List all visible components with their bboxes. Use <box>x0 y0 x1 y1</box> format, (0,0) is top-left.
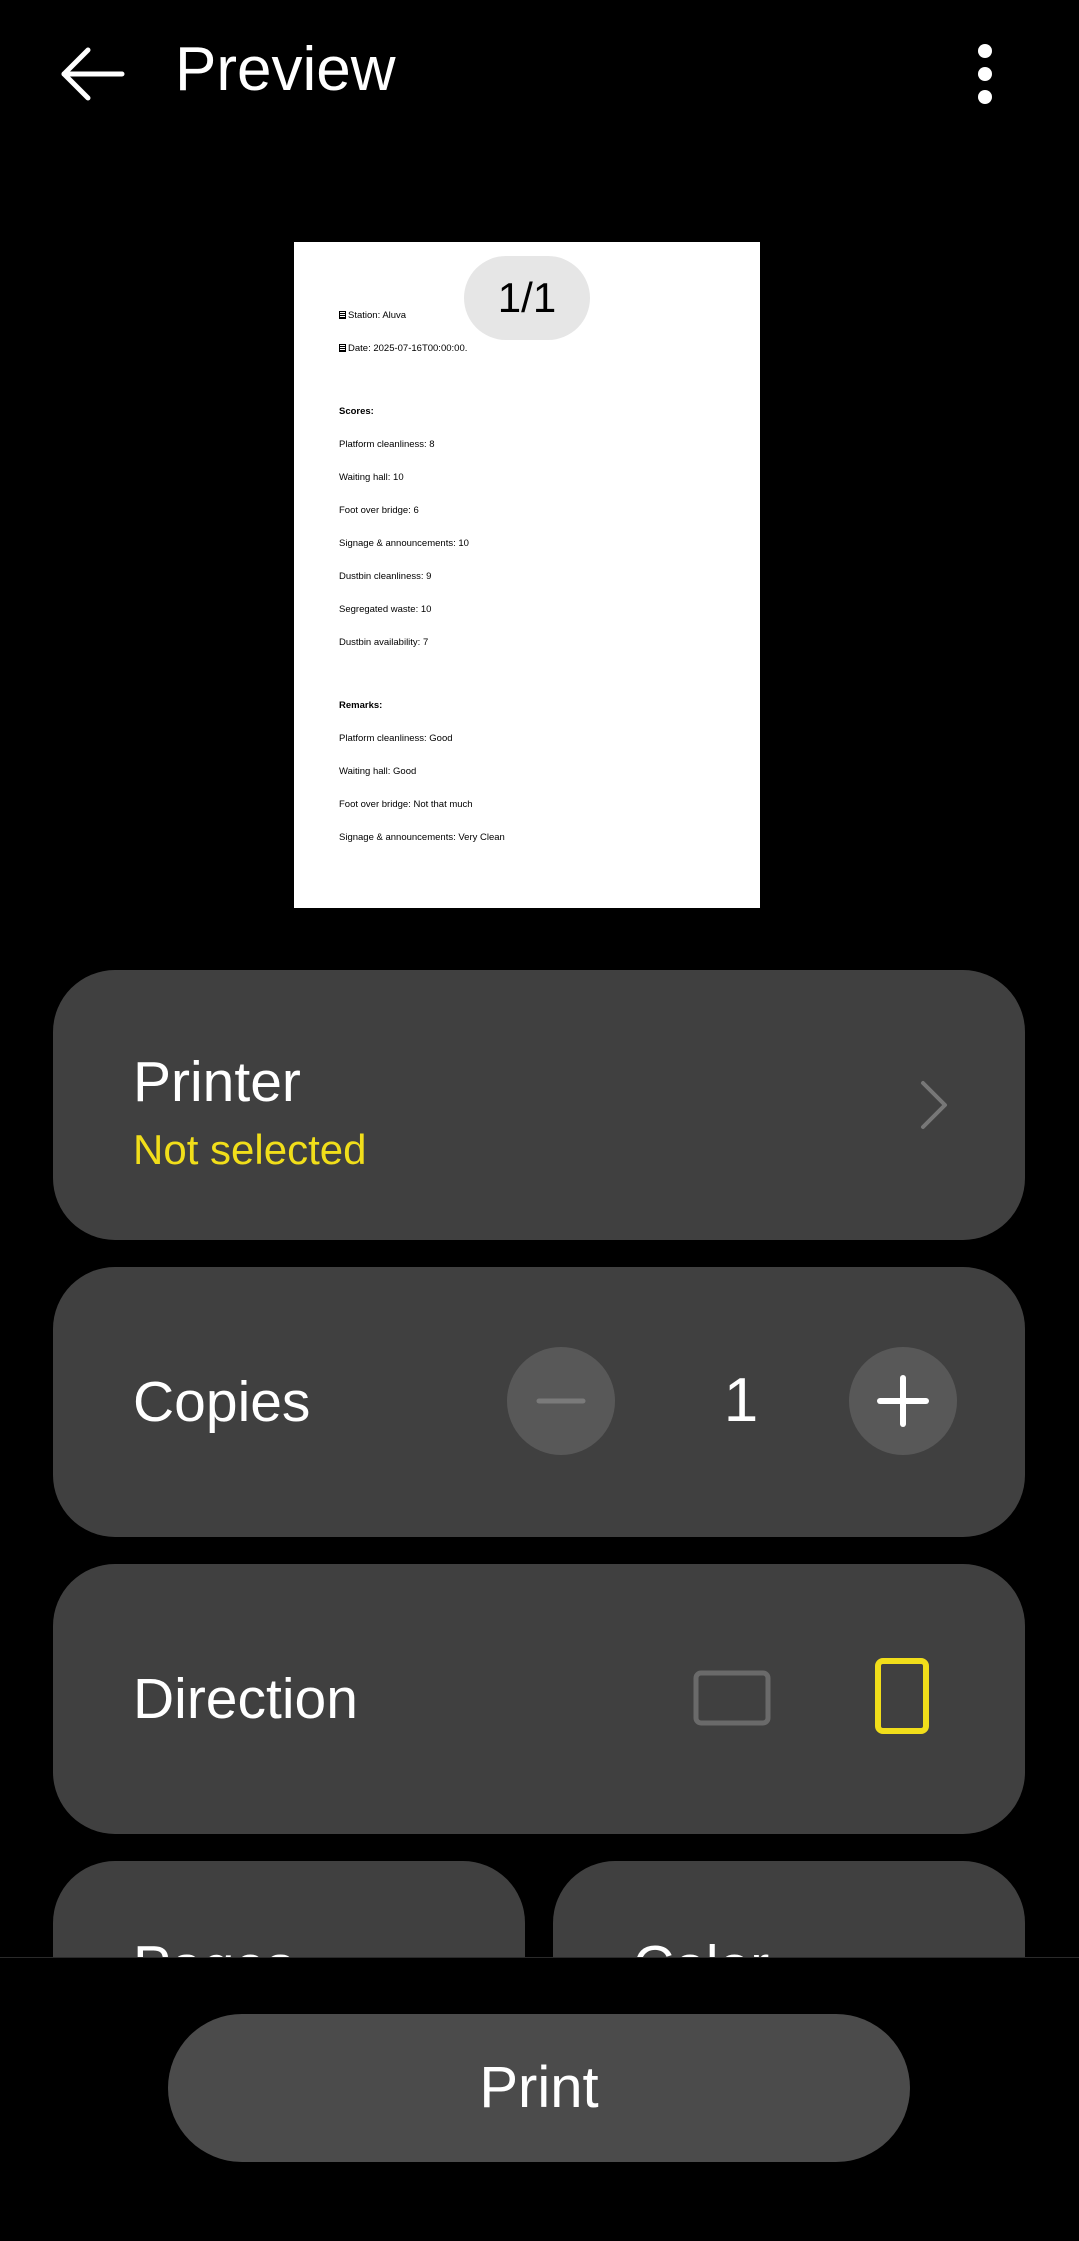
document-line: Waiting hall: Good <box>339 766 417 777</box>
arrow-left-icon <box>61 47 125 101</box>
document-heading: Remarks: <box>339 700 383 711</box>
document-line: Dustbin availability: 7 <box>339 637 429 648</box>
page-counter-badge: 1/1 <box>464 256 590 340</box>
chevron-right-icon <box>921 1081 947 1129</box>
printer-selector[interactable]: Printer Not selected <box>53 970 1025 1240</box>
printer-status: Not selected <box>133 1126 367 1173</box>
document-line: Waiting hall: 10 <box>339 472 404 483</box>
print-preview-page[interactable]: Station: Aluva Date: 2025-07-16T00:00:00… <box>294 242 760 908</box>
portrait-orientation-button[interactable] <box>863 1649 943 1749</box>
document-line: Signage & announcements: Very Clean <box>339 832 505 843</box>
plus-icon <box>877 1375 929 1427</box>
portrait-icon <box>875 1658 929 1734</box>
document-line: Foot over bridge: 6 <box>339 505 419 516</box>
unknown-glyph-icon <box>339 311 346 319</box>
copies-setting: Copies 1 <box>53 1267 1025 1537</box>
decrease-copies-button[interactable] <box>507 1347 615 1455</box>
document-line: Signage & announcements: 10 <box>339 538 469 549</box>
page-title: Preview <box>175 35 396 104</box>
direction-label: Direction <box>133 1667 358 1731</box>
document-line: Segregated waste: 10 <box>339 604 432 615</box>
more-options-button[interactable] <box>950 30 1020 110</box>
bottom-action-bar: Print <box>0 1957 1079 2241</box>
document-content: Station: Aluva Date: 2025-07-16T00:00:00… <box>339 288 505 865</box>
landscape-icon <box>693 1670 771 1726</box>
back-button[interactable] <box>52 30 132 110</box>
document-heading: Scores: <box>339 406 374 417</box>
copies-value: 1 <box>723 1366 759 1435</box>
increase-copies-button[interactable] <box>849 1347 957 1455</box>
top-app-bar: Preview <box>0 0 1079 140</box>
copies-label: Copies <box>133 1370 311 1434</box>
unknown-glyph-icon <box>339 344 346 352</box>
minus-icon <box>536 1398 586 1404</box>
document-line: Foot over bridge: Not that much <box>339 799 473 810</box>
document-line: Platform cleanliness: Good <box>339 733 453 744</box>
document-line: Date: 2025-07-16T00:00:00. <box>339 343 505 354</box>
printer-label: Printer <box>133 1050 301 1114</box>
landscape-orientation-button[interactable] <box>683 1659 783 1739</box>
print-button[interactable]: Print <box>168 2014 910 2162</box>
document-line: Platform cleanliness: 8 <box>339 439 435 450</box>
more-vertical-icon <box>978 44 992 104</box>
direction-setting: Direction <box>53 1564 1025 1834</box>
document-line: Dustbin cleanliness: 9 <box>339 571 432 582</box>
